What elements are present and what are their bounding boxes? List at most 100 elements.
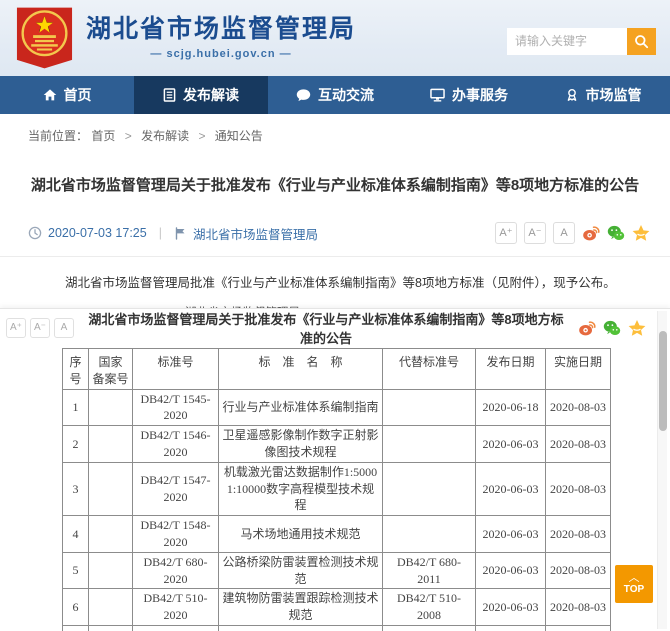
table-cell [383,516,476,553]
badge-icon [565,88,579,102]
table-cell [89,389,133,426]
table-cell: DB42/T 1547-2020 [133,462,219,515]
font-increase-button[interactable]: A⁺ [495,222,517,244]
table-cell: 4 [63,516,89,553]
article-title: 湖北省市场监督管理局关于批准发布《行业与产业标准体系编制指南》等8项地方标准的公… [0,174,670,195]
doc-scrollbar-track[interactable] [657,311,667,629]
doc-font-decrease-button[interactable]: A⁻ [30,318,50,338]
main-nav: 首页 发布解读 互动交流 办事服务 市场监管 [0,76,670,114]
table-cell: DB42/T 1546-2020 [133,426,219,463]
doc-font-increase-button[interactable]: A⁺ [6,318,26,338]
doc-font-reset-button[interactable]: A [54,318,74,338]
qzone-share-icon[interactable] [632,224,650,242]
table-cell [383,462,476,515]
table-cell: 2020-08-03 [546,625,611,631]
table-row: 3DB42/T 1547-2020机载激光雷达数据制作1:5000 1:1000… [63,462,611,515]
standards-table-wrap: 序号 国家 备案号 标准号 标 准 名 称 代替标准号 发布日期 实施日期 1 D… [62,348,610,631]
breadcrumb-publish[interactable]: 发布解读 [141,129,189,143]
table-cell: 2020-06-03 [476,625,546,631]
table-cell [89,552,133,589]
article-date: 2020-07-03 17:25 [48,226,147,240]
chevron-up-icon: ︿ [629,573,640,584]
nav-label: 互动交流 [318,85,374,105]
table-cell: 2 [63,426,89,463]
col-header-index: 序号 [63,349,89,390]
table-row: 2 DB42/T 1546-2020卫星遥感影像制作数字正射影像图技术规程 2020… [63,426,611,463]
table-cell [89,462,133,515]
table-row: 5DB42/T 680-2020公路桥梁防雷装置检测技术规范DB42/T 680… [63,552,611,589]
chat-icon [296,88,311,102]
site-url: — scjg.hubei.gov.cn — [86,48,356,60]
table-cell: 3 [63,462,89,515]
top-button-label: TOP [624,585,644,595]
standards-table: 序号 国家 备案号 标准号 标 准 名 称 代替标准号 发布日期 实施日期 1 D… [62,348,611,631]
national-emblem-logo [16,6,73,70]
table-header-row: 序号 国家 备案号 标准号 标 准 名 称 代替标准号 发布日期 实施日期 [63,349,611,390]
table-cell: 2020-06-03 [476,426,546,463]
article-source[interactable]: 湖北省市场监督管理局 [193,224,318,243]
table-cell: 2020-08-03 [546,552,611,589]
table-cell: DB42/T 680-2020 [133,552,219,589]
article-meta-left: 2020-07-03 17:25 | 湖北省市场监督管理局 [28,224,318,243]
table-cell [89,516,133,553]
site-title: 湖北省市场监督管理局 [86,16,356,44]
table-cell: DB42/T 510-2008 [383,589,476,626]
qzone-share-icon[interactable] [628,319,646,337]
breadcrumb-separator: > [198,129,205,143]
document-icon [163,88,176,102]
table-cell: DB42/T 1545-2020 [133,389,219,426]
table-cell: 行业与产业标准体系编制指南 [219,389,383,426]
table-cell [383,389,476,426]
table-cell: 马术场地通用技术规范 [219,516,383,553]
table-cell: 1 [63,389,89,426]
table-row: 1 DB42/T 1545-2020行业与产业标准体系编制指南 2020-06-18… [63,389,611,426]
attachment-doc-section: A⁺ A⁻ A 湖北省市场监督管理局关于批准发布《行业与产业标准体系编制指南》等… [0,308,670,631]
table-cell [89,426,133,463]
table-cell: 2020-08-03 [546,426,611,463]
table-cell: 2020-06-03 [476,516,546,553]
table-cell: 2020-06-03 [476,589,546,626]
meta-separator: | [159,226,162,240]
breadcrumb-home[interactable]: 首页 [91,129,115,143]
table-cell: 6 [63,589,89,626]
doc-scrollbar-thumb[interactable] [659,331,667,431]
nav-item-services[interactable]: 办事服务 [402,76,536,114]
weibo-share-icon[interactable] [578,319,596,337]
table-cell: DB42/T 510-2020 [133,589,219,626]
nav-item-publish[interactable]: 发布解读 [134,76,268,114]
wechat-share-icon[interactable] [603,319,621,337]
nav-item-home[interactable]: 首页 [0,76,134,114]
table-cell: DB42/T 1549-2020 [133,625,219,631]
table-cell: 2020-08-03 [546,589,611,626]
back-to-top-button[interactable]: ︿ TOP [615,565,653,603]
wechat-share-icon[interactable] [607,224,625,242]
table-cell: 7 [63,625,89,631]
search-box [507,28,656,55]
clock-icon [28,226,42,240]
table-cell: 2020-08-03 [546,389,611,426]
nav-item-supervision[interactable]: 市场监管 [536,76,670,114]
article-meta-right: A⁺ A⁻ A [495,222,650,244]
table-cell [89,625,133,631]
breadcrumb: 当前位置： 首页 > 发布解读 > 通知公告 [0,114,670,144]
nav-label: 发布解读 [183,85,239,105]
nav-item-interact[interactable]: 互动交流 [268,76,402,114]
standards-table-body: 1 DB42/T 1545-2020行业与产业标准体系编制指南 2020-06-18… [63,389,611,631]
table-cell [89,589,133,626]
breadcrumb-notices[interactable]: 通知公告 [215,129,263,143]
search-input[interactable] [507,28,627,55]
col-header-record-no: 国家 备案号 [89,349,133,390]
table-cell: 公路桥梁防雷装置检测技术规范 [219,552,383,589]
font-decrease-button[interactable]: A⁻ [524,222,546,244]
doc-font-buttons: A⁺ A⁻ A [6,318,74,338]
font-reset-button[interactable]: A [553,222,575,244]
nav-label: 市场监管 [586,85,642,105]
search-button[interactable] [627,28,656,55]
weibo-share-icon[interactable] [582,224,600,242]
doc-header: A⁺ A⁻ A 湖北省市场监督管理局关于批准发布《行业与产业标准体系编制指南》等… [0,316,670,346]
col-header-implement-date: 实施日期 [546,349,611,390]
table-row: 4DB42/T 1548-2020马术场地通用技术规范2020-06-03202… [63,516,611,553]
table-cell: 卫星遥感影像制作数字正射影像图技术规程 [219,426,383,463]
table-cell: 2020-06-18 [476,389,546,426]
article-meta-row: 2020-07-03 17:25 | 湖北省市场监督管理局 A⁺ A⁻ A [0,222,670,257]
